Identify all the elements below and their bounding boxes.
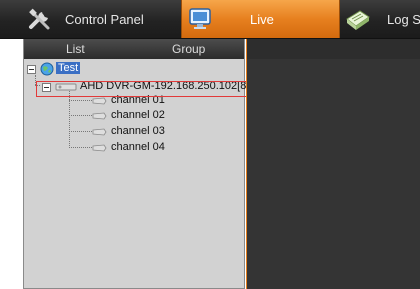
tree-channel-label: channel 03	[111, 125, 165, 137]
log-document-icon	[346, 10, 370, 30]
control-panel-label: Control Panel	[65, 12, 144, 27]
tree-channel-label: channel 02	[111, 109, 165, 121]
log-search-button[interactable]: Log S	[340, 0, 420, 38]
globe-icon	[40, 62, 54, 76]
client-window: Control Panel Live Log S List Group Test…	[0, 0, 420, 289]
tree-connector	[69, 115, 92, 116]
camera-icon	[92, 97, 107, 105]
live-video-area[interactable]	[246, 39, 420, 289]
device-highlight-box	[36, 81, 249, 97]
tools-icon	[29, 8, 50, 30]
camera-icon	[92, 144, 107, 152]
log-search-label: Log S	[387, 12, 420, 27]
live-label: Live	[250, 12, 274, 27]
tree-channel-label: channel 04	[111, 141, 165, 153]
device-list-header: List Group	[24, 39, 244, 59]
tab-group[interactable]: Group	[172, 42, 205, 56]
tree-connector	[69, 100, 92, 101]
live-video-header	[247, 39, 420, 59]
tree-connector	[69, 147, 92, 148]
tab-list[interactable]: List	[66, 42, 85, 56]
camera-icon	[92, 112, 107, 120]
monitor-icon	[189, 8, 211, 29]
control-panel-button[interactable]: Control Panel	[0, 0, 180, 38]
camera-icon	[92, 128, 107, 136]
main-toolbar: Control Panel Live Log S	[0, 0, 420, 39]
live-button[interactable]: Live	[181, 0, 340, 38]
tree-root-label: Test	[56, 62, 81, 74]
tree-connector	[69, 131, 92, 132]
collapse-icon[interactable]	[27, 65, 36, 74]
device-list-panel: List Group Test AHD DVR-GM-192.168.250.1…	[23, 39, 252, 289]
